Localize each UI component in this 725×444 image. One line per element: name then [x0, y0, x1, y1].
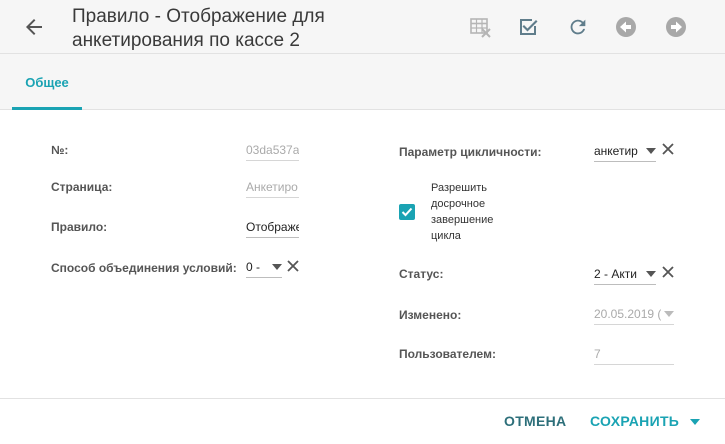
page-label: Страница: [51, 180, 113, 194]
chevron-down-icon [646, 148, 656, 154]
cycle-param-label: Параметр цикличности: [399, 145, 542, 159]
page-title: Правило - Отображение для анкетирования … [72, 6, 325, 51]
cancel-button[interactable]: ОТМЕНА [504, 413, 566, 429]
cycle-param-value: анкетир [594, 144, 638, 158]
number-label: №: [51, 143, 69, 157]
rule-value: Отображе [246, 220, 299, 234]
save-options-chevron-icon[interactable] [690, 419, 700, 425]
user-label: Пользователем: [399, 347, 496, 361]
status-value: 2 - Акти [594, 267, 637, 281]
tab-bar: Общее [0, 54, 725, 110]
rule-label: Правило: [51, 220, 108, 234]
status-clear-icon[interactable] [661, 265, 675, 279]
early-finish-label: Разрешить досрочное завершение цикла [431, 182, 494, 242]
number-value: 03da537a [246, 143, 299, 157]
save-button[interactable]: СОХРАНИТЬ [590, 413, 679, 429]
user-value: 7 [594, 347, 601, 361]
modified-label: Изменено: [399, 308, 462, 322]
join-label: Способ объединения условий: [51, 261, 237, 275]
cycle-param-select[interactable]: анкетир [594, 140, 656, 162]
check-icon [401, 207, 413, 217]
page-value: Анкетиро [246, 180, 298, 194]
page-field[interactable]: Анкетиро [246, 176, 299, 198]
chevron-down-icon [664, 311, 674, 317]
cycle-param-clear-icon[interactable] [661, 142, 675, 156]
next-icon[interactable] [664, 15, 688, 39]
footer: ОТМЕНА СОХРАНИТЬ [0, 398, 725, 444]
previous-icon[interactable] [614, 15, 638, 39]
refresh-icon[interactable] [566, 15, 590, 39]
chevron-down-icon [646, 271, 656, 277]
user-field[interactable]: 7 [594, 343, 674, 365]
tab-general[interactable]: Общее [12, 54, 82, 110]
checkbox-checked-icon[interactable] [516, 15, 540, 39]
modified-field[interactable]: 20.05.2019 ( [594, 303, 674, 325]
rule-field[interactable]: Отображе [246, 216, 299, 238]
header: Правило - Отображение для анкетирования … [0, 0, 725, 54]
join-select[interactable]: 0 - [246, 256, 282, 278]
number-field[interactable]: 03da537a [246, 139, 299, 161]
modified-value: 20.05.2019 ( [594, 307, 662, 321]
join-clear-icon[interactable] [286, 259, 300, 273]
chevron-down-icon [272, 264, 282, 270]
early-finish-checkbox[interactable] [399, 204, 415, 220]
table-delete-icon[interactable] [468, 15, 492, 39]
back-arrow-icon[interactable] [22, 15, 46, 39]
status-select[interactable]: 2 - Акти [594, 263, 656, 285]
join-value: 0 - [246, 260, 261, 274]
status-label: Статус: [399, 267, 444, 281]
